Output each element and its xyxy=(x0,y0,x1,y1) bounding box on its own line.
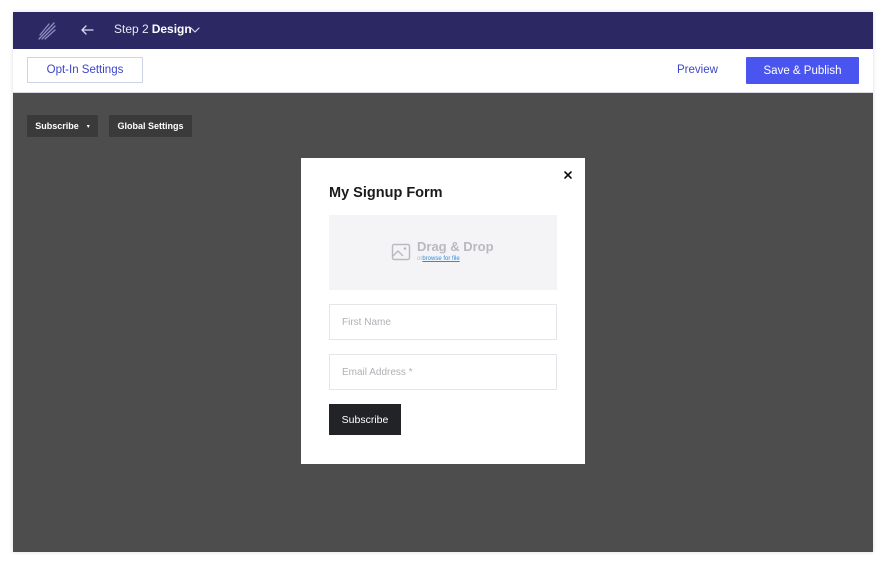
subscribe-dropdown-button[interactable]: Subscribe ▾ xyxy=(27,115,98,137)
global-settings-button[interactable]: Global Settings xyxy=(109,115,192,137)
caret-down-icon: ▾ xyxy=(86,123,90,130)
close-icon[interactable] xyxy=(563,170,573,180)
dropzone-subtext: orbrowse for file xyxy=(417,256,460,262)
preview-link[interactable]: Preview xyxy=(677,64,718,76)
save-publish-button[interactable]: Save & Publish xyxy=(746,57,859,84)
subscribe-submit-button[interactable]: Subscribe xyxy=(329,404,401,435)
dropzone-title: Drag & Drop xyxy=(417,239,494,254)
top-nav-bar: Step 2 Design xyxy=(13,12,873,49)
step-prefix: Step 2 xyxy=(114,22,149,36)
image-icon xyxy=(391,243,411,261)
browse-file-link[interactable]: browse for file xyxy=(422,256,459,262)
step-indicator[interactable]: Step 2 Design xyxy=(114,22,192,36)
arrow-left-icon[interactable] xyxy=(79,20,95,40)
first-name-input[interactable]: First Name xyxy=(329,304,557,340)
quill-logo-icon[interactable] xyxy=(37,21,57,41)
image-dropzone[interactable]: Drag & Drop orbrowse for file xyxy=(329,215,557,290)
chevron-down-icon[interactable] xyxy=(190,25,200,35)
step-name: Design xyxy=(151,22,192,36)
opt-in-settings-button[interactable]: Opt-In Settings xyxy=(27,57,143,83)
app-window: Step 2 Design Opt-In Settings Preview Sav… xyxy=(13,12,873,552)
form-title: My Signup Form xyxy=(329,185,443,201)
signup-form-modal: My Signup Form Drag & Drop orbrowse for … xyxy=(301,158,585,464)
editor-toolbar: Opt-In Settings Preview Save & Publish xyxy=(13,49,873,93)
subscribe-dropdown-label: Subscribe xyxy=(35,121,79,131)
email-input[interactable]: Email Address * xyxy=(329,354,557,390)
